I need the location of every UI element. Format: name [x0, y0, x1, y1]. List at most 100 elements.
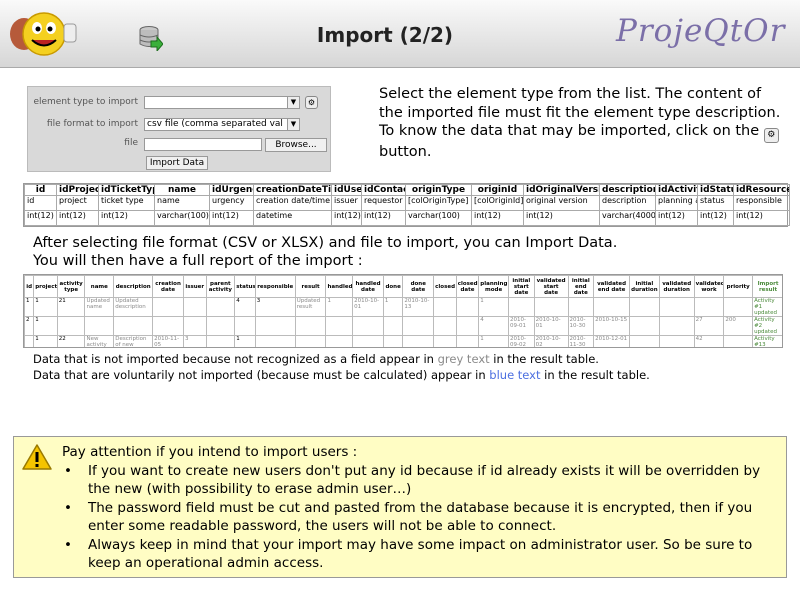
table-cell: 1 [478, 335, 510, 347]
warning-item: The password field must be cut and paste… [62, 499, 782, 536]
intro-line1: Select the element type from the list. T… [379, 86, 781, 121]
chevron-down-icon: ▼ [287, 119, 299, 130]
table-cell [382, 316, 404, 336]
para2-line1: After selecting file format (CSV or XLSX… [33, 235, 618, 251]
table-cell [433, 335, 457, 347]
table-cell: 1 [33, 335, 58, 347]
column-header: id [24, 184, 57, 196]
table-cell: 2010-12-01 [593, 335, 631, 347]
table-cell: 2010-09-02 [508, 335, 535, 347]
table-cell [533, 297, 569, 317]
table-cell: status [697, 195, 734, 211]
table-cell: int(12) [655, 210, 698, 226]
table-cell [152, 297, 184, 317]
table-cell [402, 316, 435, 336]
table-cell [723, 335, 754, 347]
column-header: validated start date [533, 275, 569, 298]
table-cell: [colOriginType] [405, 195, 472, 211]
table-cell: 1 [33, 316, 58, 336]
table-cell: 42 [693, 335, 725, 347]
table-cell [352, 316, 384, 336]
column-header: activity type [56, 275, 86, 298]
table-cell [593, 297, 631, 317]
import-data-button[interactable]: Import Data [146, 156, 208, 170]
table-cell: Updated description [113, 297, 154, 317]
column-header: responsible [254, 275, 296, 298]
table-cell: datetime [253, 210, 332, 226]
table-cell: requestor [361, 195, 406, 211]
column-header: result [294, 275, 327, 298]
table-cell: int(12) [98, 210, 155, 226]
column-header: originId [471, 184, 524, 196]
table-cell: issuer [331, 195, 362, 211]
table-cell [455, 335, 480, 347]
table-cell [455, 316, 480, 336]
column-header: initial duration [629, 275, 660, 298]
help-icon[interactable]: ⚙ [305, 96, 318, 109]
file-format-select[interactable]: csv file (comma separated val ▼ [144, 118, 300, 131]
table-cell [113, 316, 154, 336]
table-cell [723, 297, 754, 317]
table-cell: responsible [733, 195, 790, 211]
table-cell [205, 335, 236, 347]
table-cell: id [24, 195, 57, 211]
table-cell [402, 335, 435, 347]
file-format-label: file format to import [46, 119, 138, 129]
column-header: idTicketType [98, 184, 155, 196]
table-cell [84, 316, 115, 336]
column-header: idProject [56, 184, 99, 196]
table-cell: varchar(100) [405, 210, 472, 226]
table-cell [658, 297, 695, 317]
column-header: idResource [733, 184, 790, 196]
color-legend-note: Data that is not imported because not re… [33, 351, 783, 383]
table-cell: varchar(4000) [599, 210, 656, 226]
table-cell: 1 [33, 297, 58, 317]
table-cell: 200 [723, 316, 754, 336]
column-header: initial end date [567, 275, 595, 298]
table-cell: urgency [209, 195, 254, 211]
table-cell [629, 335, 660, 347]
table-cell [254, 316, 296, 336]
file-input[interactable] [144, 138, 262, 151]
table-cell: 2010-09-01 [508, 316, 535, 336]
table-cell [433, 316, 457, 336]
column-header: initial start date [508, 275, 535, 298]
table-cell: 2010-11-30 [567, 335, 595, 347]
table-cell: planning activity [655, 195, 698, 211]
table-cell [629, 316, 660, 336]
table-cell [254, 335, 296, 347]
warning-icon [22, 444, 52, 470]
brand-logo-text: ProjeQtOr [616, 13, 786, 49]
import-report-text: After selecting file format (CSV or XLSX… [33, 234, 773, 270]
table-cell: int(12) [471, 210, 524, 226]
element-type-label: element type to import [33, 97, 138, 107]
database-import-icon [139, 26, 163, 51]
column-header: idUser [331, 184, 362, 196]
column-header: planning mode [478, 275, 510, 298]
table-cell [567, 297, 595, 317]
table-cell: name [154, 195, 210, 211]
table-row: 1 1 21 Updated name Updated description 4 3 Upd… [24, 297, 782, 317]
table-cell: 1 [382, 297, 404, 317]
table-cell: 27 [693, 316, 725, 336]
column-header: idActivity [655, 184, 698, 196]
table-cell: description [599, 195, 656, 211]
column-header: idOriginalVersion [523, 184, 600, 196]
table-cell: 2010-10-13 [402, 297, 435, 317]
table-cell: int(12) [523, 210, 600, 226]
para2-line2: You will then have a full report of the … [33, 253, 363, 269]
table-cell: int(12) [24, 210, 57, 226]
table-cell [205, 297, 236, 317]
column-header: idContact [361, 184, 406, 196]
table-cell: 2010-10-01 [352, 297, 384, 317]
browse-button[interactable]: Browse... [265, 138, 327, 152]
element-type-select[interactable]: ▼ [144, 96, 300, 109]
table-cell: 2010-11-05 [152, 335, 184, 347]
column-header: idUrgency [209, 184, 254, 196]
table-cell: int(12) [209, 210, 254, 226]
table-cell [182, 297, 207, 317]
table-cell: 21 [56, 297, 86, 317]
intro-text: Select the element type from the list. T… [379, 85, 789, 162]
import-form: element type to import ▼ ⚙ file format t… [27, 86, 331, 172]
column-header: done date [402, 275, 435, 298]
